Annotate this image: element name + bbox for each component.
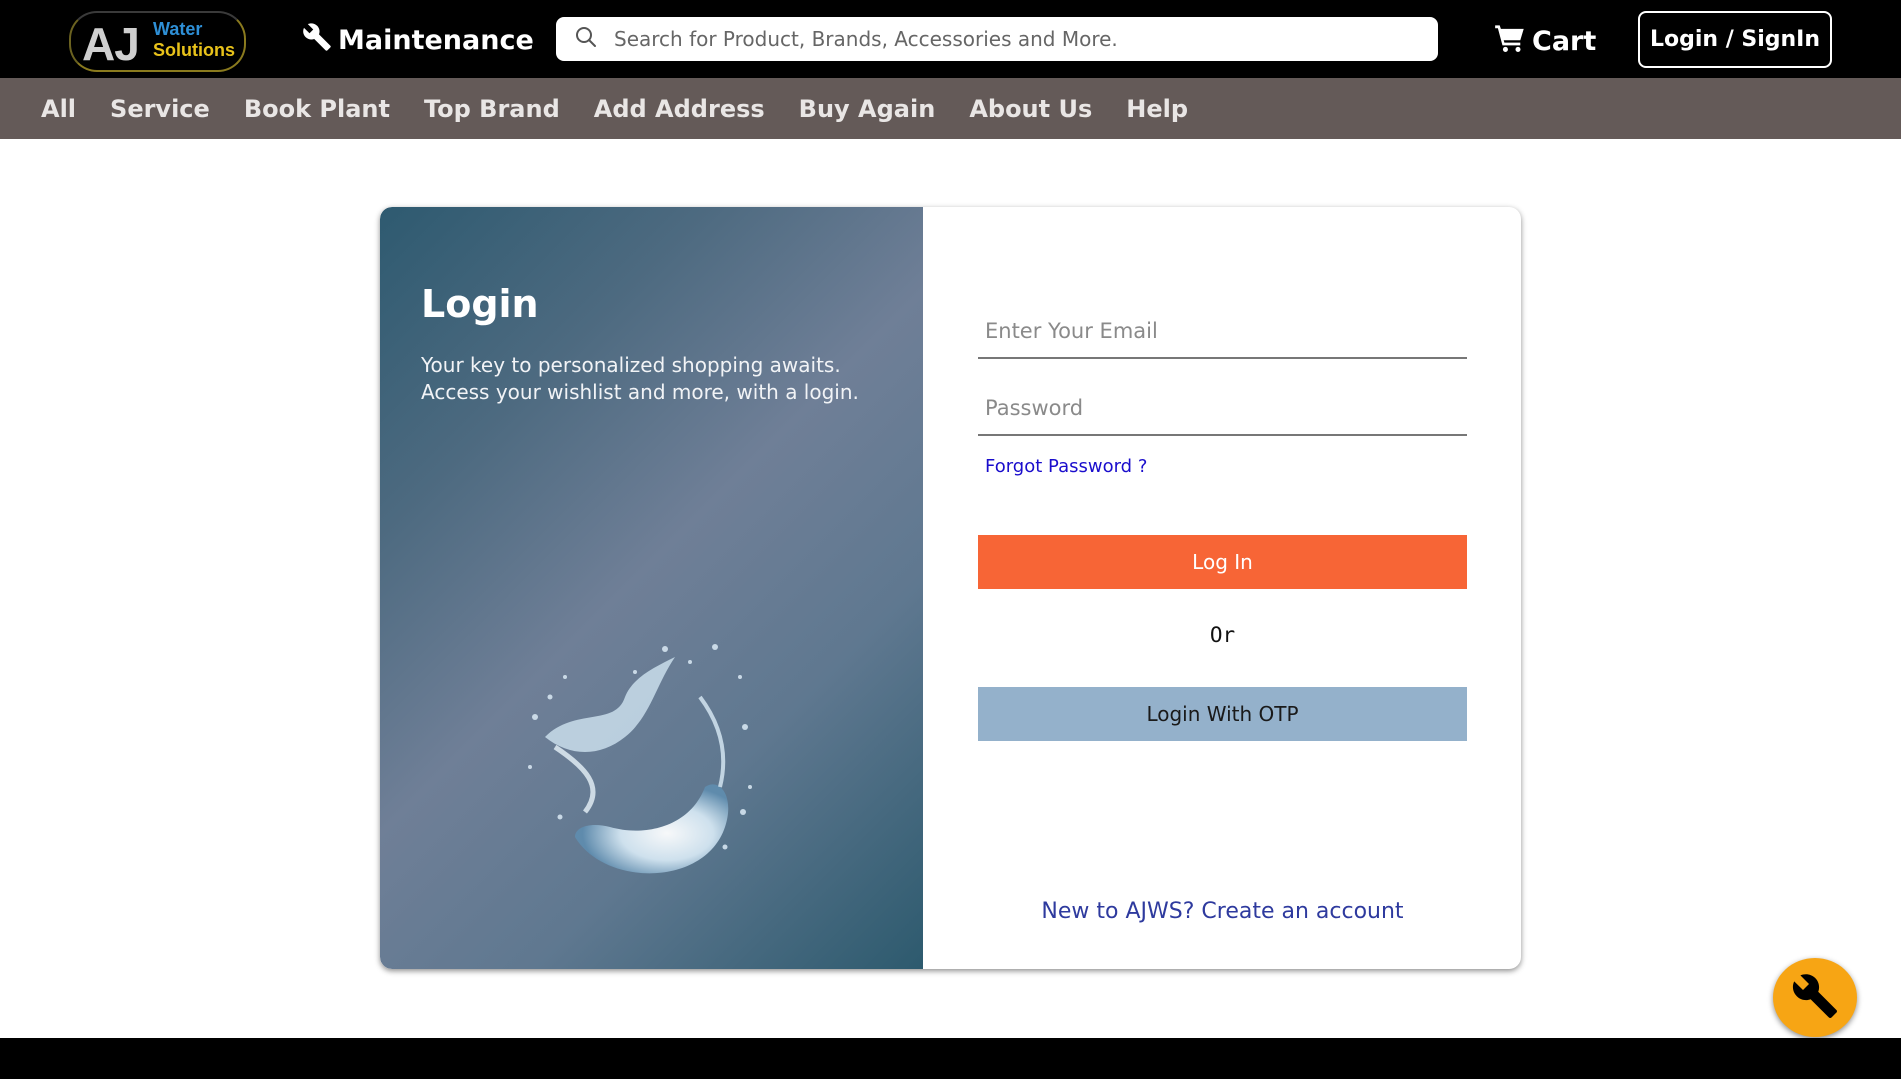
login-title: Login <box>421 282 539 326</box>
nav-item-buy-again[interactable]: Buy Again <box>799 95 936 123</box>
log-in-button[interactable]: Log In <box>978 535 1467 589</box>
maintenance-fab-button[interactable] <box>1773 958 1857 1037</box>
email-field[interactable] <box>978 307 1467 355</box>
password-field[interactable] <box>978 384 1467 432</box>
top-bar: AJ Water Solutions Maintenance C <box>0 0 1901 78</box>
create-account-link[interactable]: New to AJWS? Create an account <box>978 899 1467 924</box>
login-subtitle-line1: Your key to personalized shopping awaits… <box>421 353 841 377</box>
water-splash-image <box>515 637 775 901</box>
login-info-panel: Login Your key to personalized shopping … <box>380 207 923 969</box>
login-subtitle: Your key to personalized shopping awaits… <box>421 352 881 406</box>
search-bar <box>556 17 1438 61</box>
logo-word-water: Water <box>153 19 203 39</box>
email-field-wrapper <box>978 307 1467 359</box>
login-subtitle-line2: Access your wishlist and more, with a lo… <box>421 380 859 404</box>
or-divider: Or <box>1209 623 1236 647</box>
footer-bar <box>0 1038 1901 1079</box>
cart-link[interactable]: Cart <box>1494 21 1596 61</box>
logo-word-solutions: Solutions <box>153 40 235 60</box>
search-icon <box>556 25 598 53</box>
search-input[interactable] <box>614 21 1414 57</box>
forgot-password-link[interactable]: Forgot Password ? <box>985 456 1147 477</box>
wrench-icon <box>1791 972 1839 1024</box>
login-with-otp-button[interactable]: Login With OTP <box>978 687 1467 741</box>
password-field-wrapper <box>978 384 1467 436</box>
maintenance-label: Maintenance <box>338 24 534 56</box>
brand-logo[interactable]: AJ Water Solutions <box>69 11 246 72</box>
login-signin-button[interactable]: Login / SignIn <box>1638 11 1832 68</box>
nav-item-about-us[interactable]: About Us <box>969 95 1092 123</box>
nav-item-top-brand[interactable]: Top Brand <box>424 95 560 123</box>
nav-item-all[interactable]: All <box>41 95 76 123</box>
nav-item-add-address[interactable]: Add Address <box>594 95 765 123</box>
nav-item-service[interactable]: Service <box>110 95 210 123</box>
login-card: Login Your key to personalized shopping … <box>380 207 1521 969</box>
nav-item-help[interactable]: Help <box>1126 95 1188 123</box>
cart-label: Cart <box>1532 25 1597 57</box>
category-nav: All Service Book Plant Top Brand Add Add… <box>0 78 1901 139</box>
wrench-icon <box>302 22 338 59</box>
logo-initials: AJ <box>82 18 140 70</box>
maintenance-link[interactable]: Maintenance <box>302 20 534 60</box>
nav-item-book-plant[interactable]: Book Plant <box>244 95 390 123</box>
cart-icon <box>1494 23 1532 60</box>
